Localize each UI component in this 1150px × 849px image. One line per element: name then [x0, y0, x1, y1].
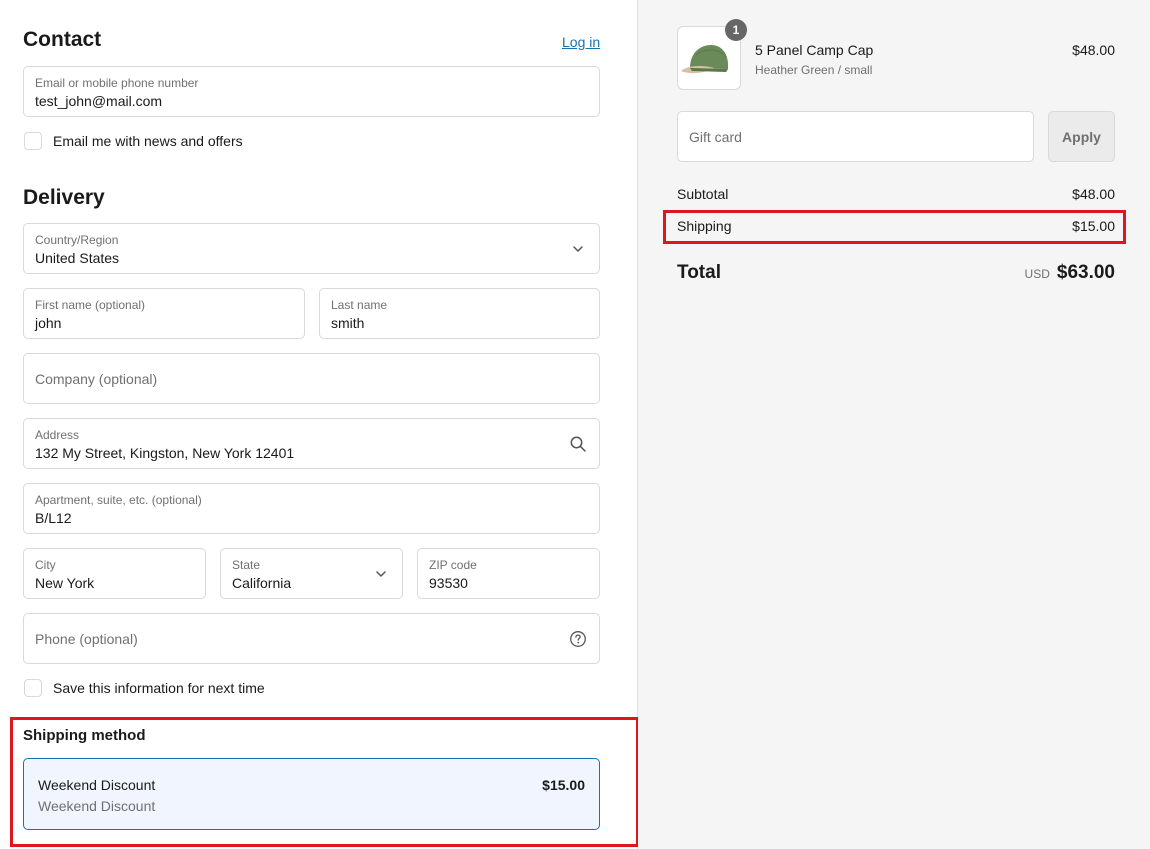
product-variant: Heather Green / small — [755, 63, 873, 77]
save-info-checkbox[interactable] — [24, 679, 42, 697]
chevron-down-icon — [376, 571, 386, 577]
last-name-field[interactable]: Last name smith — [319, 288, 600, 339]
search-icon[interactable] — [569, 435, 587, 453]
shipping-label: Shipping — [677, 218, 732, 234]
apply-button[interactable]: Apply — [1048, 111, 1115, 162]
phone-placeholder: Phone (optional) — [35, 631, 138, 647]
email-field[interactable]: Email or mobile phone number test_john@m… — [23, 66, 600, 117]
country-label: Country/Region — [35, 233, 119, 247]
total-value-group: USD $63.00 — [1025, 262, 1115, 284]
first-name-value: john — [35, 315, 62, 331]
gift-card-placeholder: Gift card — [689, 129, 742, 145]
email-field-value: test_john@mail.com — [35, 93, 163, 109]
zip-label: ZIP code — [429, 558, 477, 572]
news-offers-label: Email me with news and offers — [53, 133, 243, 149]
chevron-down-icon — [573, 246, 583, 252]
last-name-value: smith — [331, 315, 365, 331]
zip-value: 93530 — [429, 575, 468, 591]
phone-field[interactable]: Phone (optional) — [23, 613, 600, 664]
total-label: Total — [677, 262, 721, 283]
city-label: City — [35, 558, 56, 572]
company-field[interactable]: Company (optional) — [23, 353, 600, 404]
first-name-label: First name (optional) — [35, 298, 146, 312]
product-price: $48.00 — [1072, 42, 1115, 58]
total-amount: $63.00 — [1056, 262, 1115, 283]
address-label: Address — [35, 428, 80, 442]
news-offers-row[interactable]: Email me with news and offers — [24, 132, 243, 150]
total-currency: USD — [1024, 267, 1050, 281]
shipping-value: $15.00 — [1072, 218, 1115, 234]
company-placeholder: Company (optional) — [35, 371, 158, 387]
shipping-option-subtitle: Weekend Discount — [38, 798, 156, 814]
apartment-label: Apartment, suite, etc. (optional) — [35, 493, 202, 507]
shipping-option-price: $15.00 — [542, 777, 585, 793]
zip-field[interactable]: ZIP code 93530 — [417, 548, 600, 599]
city-value: New York — [35, 575, 95, 591]
email-field-label: Email or mobile phone number — [35, 76, 199, 90]
news-offers-checkbox[interactable] — [24, 132, 42, 150]
shipping-cost-highlight — [663, 210, 1126, 244]
first-name-field[interactable]: First name (optional) john — [23, 288, 305, 339]
save-info-row[interactable]: Save this information for next time — [24, 679, 265, 697]
login-link[interactable]: Log in — [562, 34, 600, 50]
shipping-option-name: Weekend Discount — [38, 777, 156, 793]
shipping-option-weekend-discount[interactable]: Weekend Discount Weekend Discount $15.00 — [23, 758, 600, 830]
apartment-value: B/L12 — [35, 510, 72, 526]
save-info-label: Save this information for next time — [53, 680, 265, 696]
country-select[interactable]: Country/Region United States — [23, 223, 600, 274]
state-select[interactable]: State California — [220, 548, 403, 599]
city-field[interactable]: City New York — [23, 548, 206, 599]
subtotal-value: $48.00 — [1072, 186, 1115, 202]
checkout-form-panel: Contact Log in Email or mobile phone num… — [0, 0, 639, 849]
address-value: 132 My Street, Kingston, New York 12401 — [35, 445, 295, 461]
help-circle-icon[interactable] — [569, 630, 587, 648]
state-value: California — [232, 575, 292, 591]
state-label: State — [232, 558, 261, 572]
quantity-badge: 1 — [725, 19, 747, 41]
subtotal-label: Subtotal — [677, 186, 729, 202]
delivery-heading: Delivery — [23, 186, 105, 209]
country-value: United States — [35, 250, 120, 266]
gift-card-input[interactable]: Gift card — [677, 111, 1034, 162]
contact-heading: Contact — [23, 28, 102, 51]
order-summary-panel: 1 5 Panel Camp Cap Heather Green / small… — [638, 0, 1150, 849]
product-name: 5 Panel Camp Cap — [755, 42, 874, 58]
address-field[interactable]: Address 132 My Street, Kingston, New Yor… — [23, 418, 600, 469]
shipping-method-heading: Shipping method — [23, 727, 146, 744]
apartment-field[interactable]: Apartment, suite, etc. (optional) B/L12 — [23, 483, 600, 534]
last-name-label: Last name — [331, 298, 388, 312]
